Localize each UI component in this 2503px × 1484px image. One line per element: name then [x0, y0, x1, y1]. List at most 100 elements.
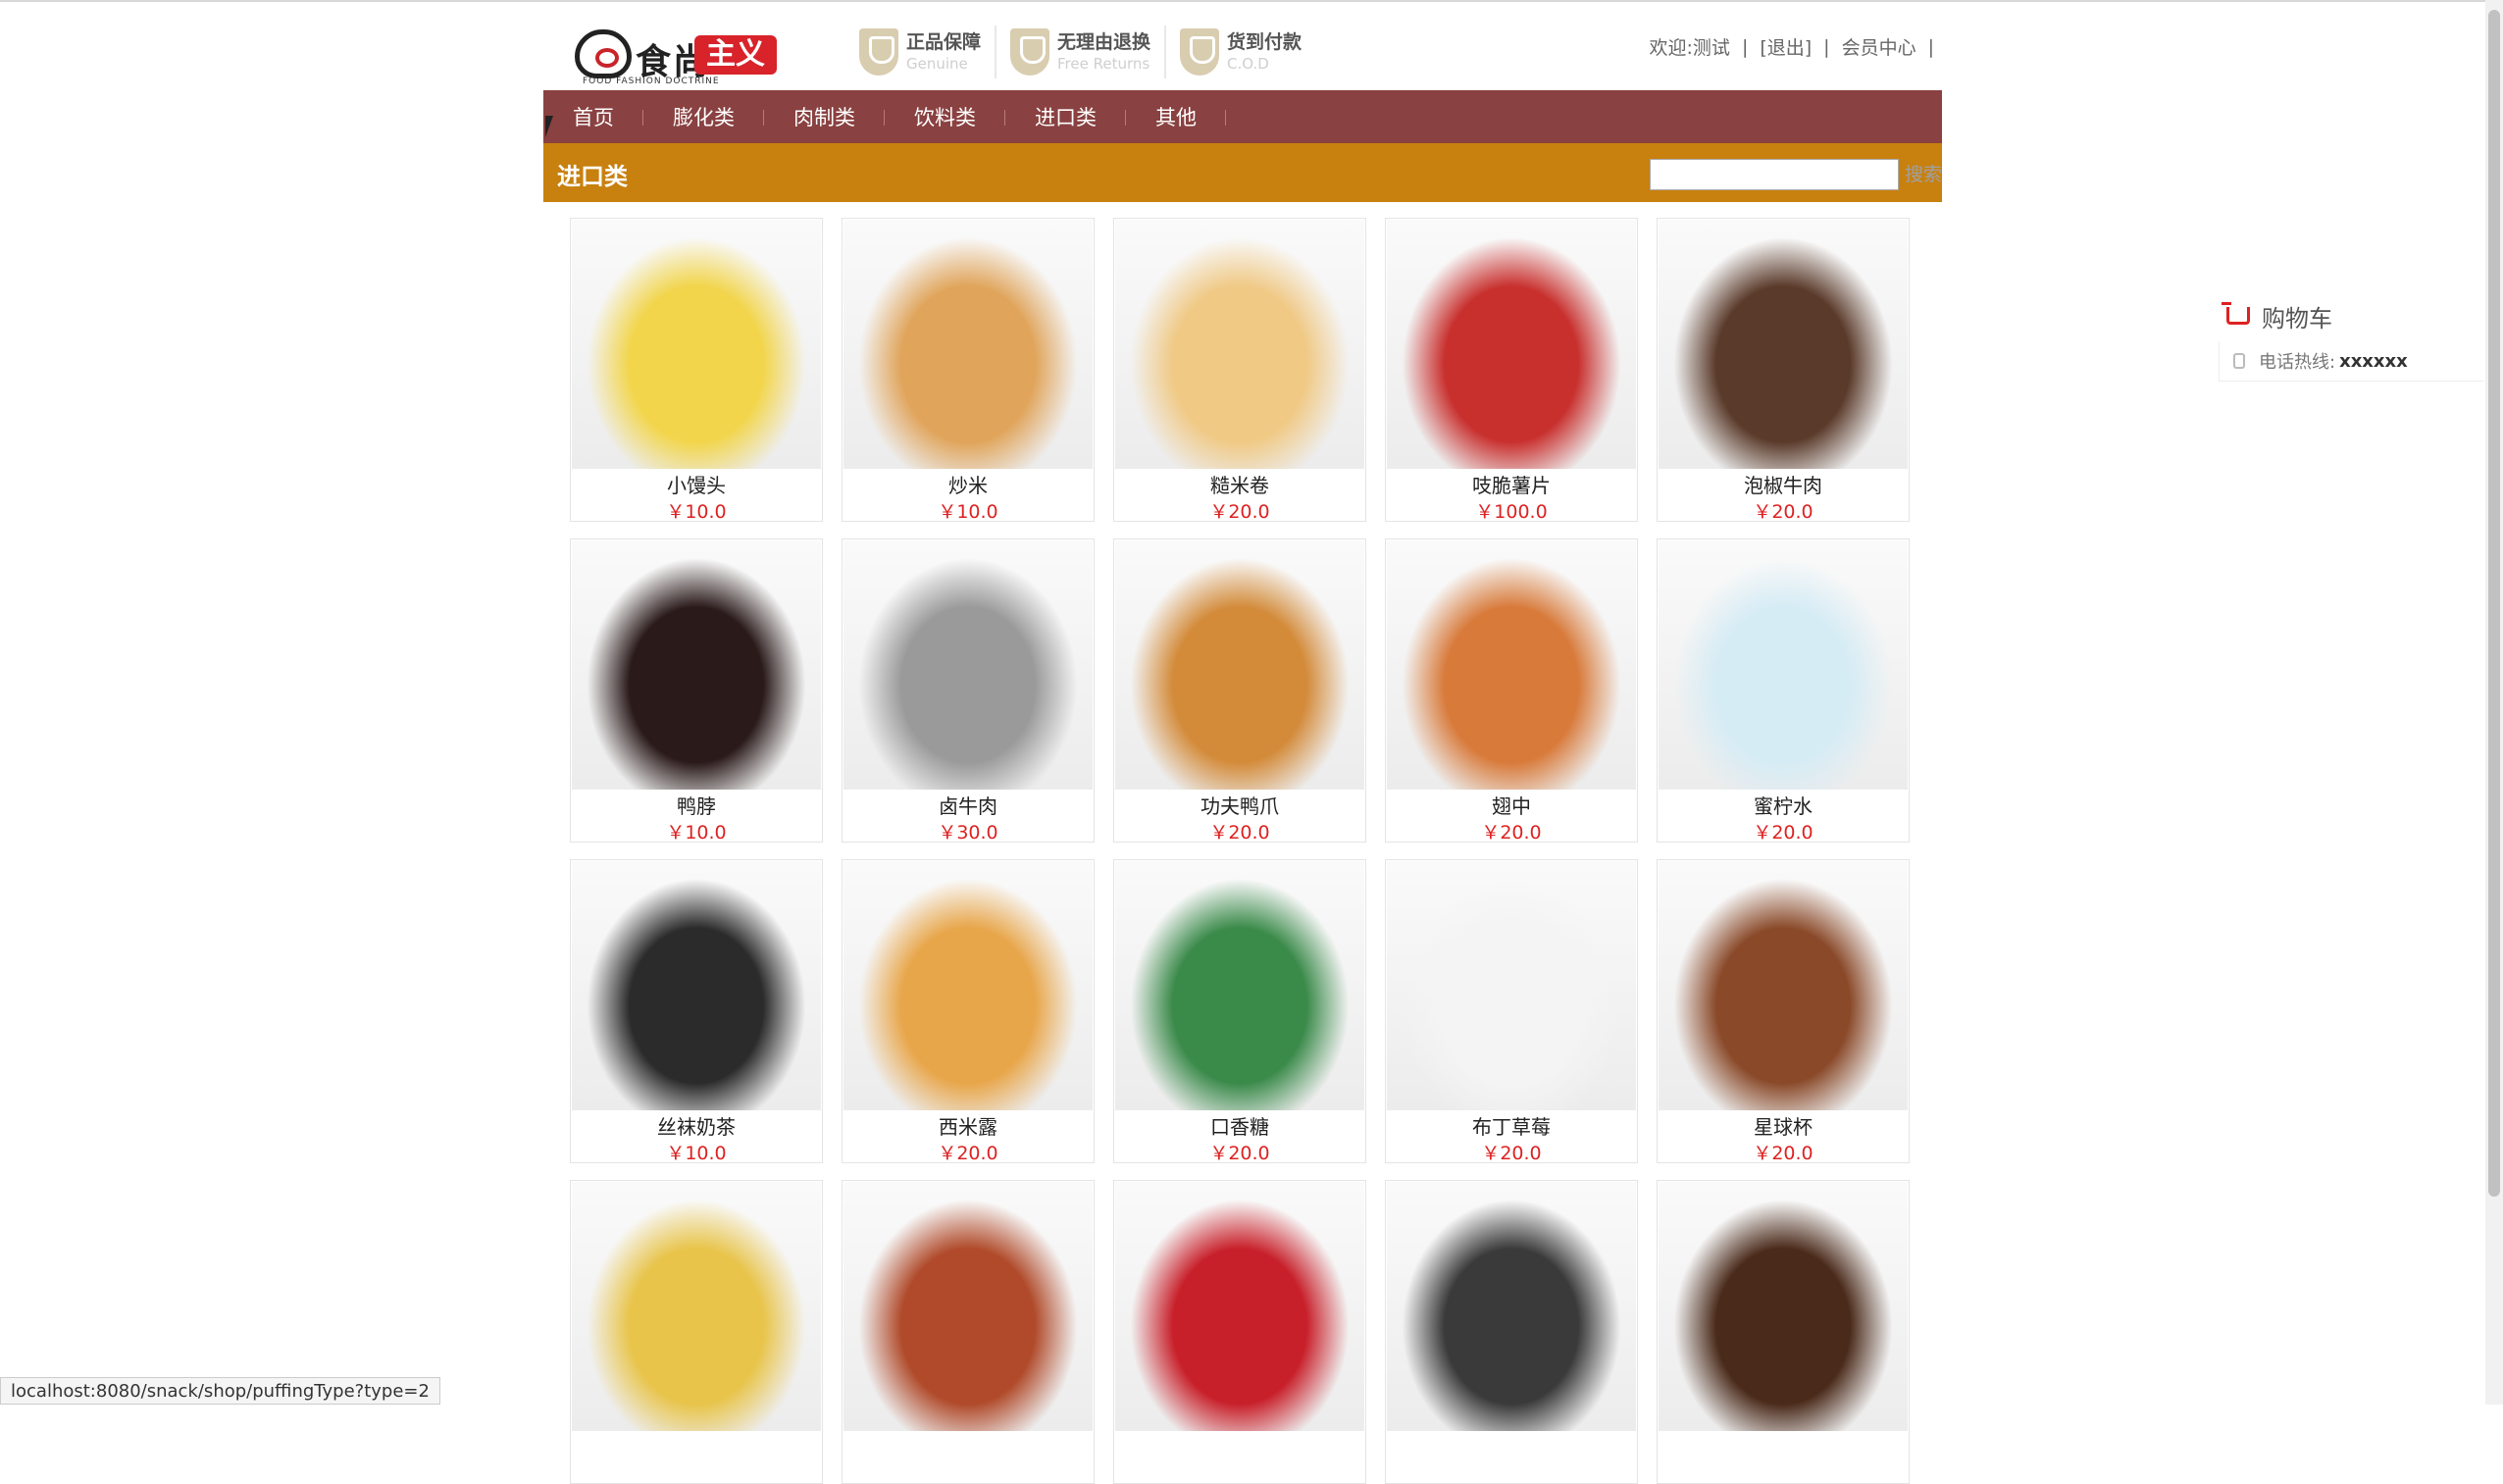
hotline-label: 电话热线:: [2259, 352, 2336, 373]
guarantee-cod: 货到付款 C.O.D: [1174, 26, 1315, 78]
product-image[interactable]: [843, 861, 1093, 1110]
product-card[interactable]: 星球杯 ￥20.0: [1657, 859, 1910, 1164]
shield-icon: [1010, 28, 1050, 76]
product-name[interactable]: 吱脆薯片: [1386, 470, 1637, 498]
vertical-scrollbar[interactable]: [2485, 0, 2503, 1405]
product-image[interactable]: [843, 220, 1093, 469]
product-card[interactable]: 蜜柠水 ￥20.0: [1657, 538, 1910, 844]
product-price: ￥10.0: [666, 822, 727, 844]
nav-item-home[interactable]: 首页: [543, 102, 643, 131]
product-card[interactable]: [1657, 1180, 1910, 1484]
logout-link[interactable]: [退出]: [1760, 33, 1812, 60]
shield-icon: [859, 28, 898, 76]
product-price: ￥20.0: [1753, 501, 1813, 523]
product-card[interactable]: 卤牛肉 ￥30.0: [842, 538, 1095, 844]
product-card[interactable]: 丝袜奶茶 ￥10.0: [570, 859, 823, 1164]
guarantee-title: 正品保障: [906, 30, 982, 53]
product-image[interactable]: [843, 1182, 1093, 1431]
product-image[interactable]: [572, 1182, 821, 1431]
product-card[interactable]: 泡椒牛肉 ￥20.0: [1657, 218, 1910, 523]
product-image[interactable]: [1387, 861, 1636, 1110]
product-image[interactable]: [572, 540, 821, 790]
category-title: 进口类: [557, 163, 628, 190]
logo-text-red: 主义: [694, 35, 777, 75]
product-price: ￥20.0: [1753, 1143, 1813, 1164]
product-image[interactable]: [1387, 220, 1636, 469]
category-bar: 进口类 搜索: [543, 143, 1942, 202]
nav-item-meat[interactable]: 肉制类: [764, 102, 885, 131]
product-image[interactable]: [1387, 540, 1636, 790]
product-image[interactable]: [1115, 1182, 1364, 1431]
product-card[interactable]: 布丁草莓 ￥20.0: [1385, 859, 1638, 1164]
product-card[interactable]: [570, 1180, 823, 1484]
product-name[interactable]: 泡椒牛肉: [1658, 470, 1909, 498]
site-header: 食尚 主义 FOOD FASHION DOCTRINE 正品保障 Genuine…: [543, 0, 1942, 90]
product-card[interactable]: 炒米 ￥10.0: [842, 218, 1095, 523]
guarantee-list: 正品保障 Genuine 无理由退换 Free Returns 货到付款 C.O…: [853, 26, 1323, 78]
divider: |: [1823, 35, 1830, 58]
product-name[interactable]: 鸭脖: [571, 791, 822, 819]
product-card[interactable]: 口香糖 ￥20.0: [1113, 859, 1366, 1164]
product-image[interactable]: [1659, 540, 1908, 790]
product-card[interactable]: 糙米卷 ￥20.0: [1113, 218, 1366, 523]
hotline: 电话热线: xxxxxx: [2219, 341, 2483, 382]
logo-subtitle: FOOD FASHION DOCTRINE: [583, 77, 720, 86]
product-name[interactable]: 翅中: [1386, 791, 1637, 819]
product-name[interactable]: 布丁草莓: [1386, 1111, 1637, 1140]
nav-item-imported[interactable]: 进口类: [1005, 102, 1126, 131]
site-logo[interactable]: 食尚 主义 FOOD FASHION DOCTRINE: [575, 29, 791, 86]
product-name[interactable]: 小馒头: [571, 470, 822, 498]
product-card[interactable]: 西米露 ￥20.0: [842, 859, 1095, 1164]
product-price: ￥20.0: [1753, 822, 1813, 844]
guarantee-subtitle: Free Returns: [1057, 54, 1150, 73]
cod-icon: [1180, 28, 1220, 76]
product-name[interactable]: 功夫鸭爪: [1114, 791, 1365, 819]
product-card[interactable]: [1385, 1180, 1638, 1484]
product-image[interactable]: [572, 220, 821, 469]
product-name[interactable]: 卤牛肉: [843, 791, 1094, 819]
product-image[interactable]: [1115, 861, 1364, 1110]
nav-item-other[interactable]: 其他: [1126, 102, 1226, 131]
product-card[interactable]: 鸭脖 ￥10.0: [570, 538, 823, 844]
guarantee-title: 无理由退换: [1057, 30, 1151, 53]
nav-item-drinks[interactable]: 饮料类: [885, 102, 1005, 131]
product-name[interactable]: 蜜柠水: [1658, 791, 1909, 819]
product-name[interactable]: 糙米卷: [1114, 470, 1365, 498]
product-card[interactable]: 小馒头 ￥10.0: [570, 218, 823, 523]
product-name[interactable]: 口香糖: [1114, 1111, 1365, 1140]
product-card[interactable]: [842, 1180, 1095, 1484]
product-image[interactable]: [1115, 220, 1364, 469]
product-image[interactable]: [843, 540, 1093, 790]
product-price: ￥30.0: [938, 822, 998, 844]
product-image[interactable]: [1659, 220, 1908, 469]
guarantee-subtitle: C.O.D: [1227, 54, 1269, 73]
product-image[interactable]: [1659, 861, 1908, 1110]
cart-button[interactable]: 购物车: [2219, 294, 2483, 337]
nav-item-puffed[interactable]: 膨化类: [643, 102, 764, 131]
product-card[interactable]: 吱脆薯片 ￥100.0: [1385, 218, 1638, 523]
product-card[interactable]: 功夫鸭爪 ￥20.0: [1113, 538, 1366, 844]
logo-icon: [575, 29, 632, 78]
product-image[interactable]: [1659, 1182, 1908, 1431]
search-input[interactable]: [1650, 159, 1899, 190]
product-card[interactable]: 翅中 ￥20.0: [1385, 538, 1638, 844]
member-center-link[interactable]: 会员中心: [1842, 33, 1916, 60]
product-name[interactable]: 丝袜奶茶: [571, 1111, 822, 1140]
scrollbar-thumb[interactable]: [2488, 10, 2500, 1197]
product-price: ￥20.0: [1209, 822, 1270, 844]
product-price: ￥20.0: [1481, 1143, 1542, 1164]
product-name[interactable]: 星球杯: [1658, 1111, 1909, 1140]
product-price: ￥10.0: [666, 501, 727, 523]
floating-sidebar: 购物车 电话热线: xxxxxx: [2219, 294, 2483, 382]
search-button[interactable]: 搜索: [1905, 159, 1942, 190]
guarantee-genuine: 正品保障 Genuine: [853, 26, 997, 78]
product-card[interactable]: [1113, 1180, 1366, 1484]
main-nav: 首页 膨化类 肉制类 饮料类 进口类 其他: [543, 90, 1942, 143]
product-name[interactable]: 西米露: [843, 1111, 1094, 1140]
product-image[interactable]: [1387, 1182, 1636, 1431]
product-image[interactable]: [1115, 540, 1364, 790]
product-name[interactable]: 炒米: [843, 470, 1094, 498]
welcome-text: 欢迎:测试: [1649, 37, 1730, 59]
product-price: ￥20.0: [1209, 501, 1270, 523]
product-image[interactable]: [572, 861, 821, 1110]
